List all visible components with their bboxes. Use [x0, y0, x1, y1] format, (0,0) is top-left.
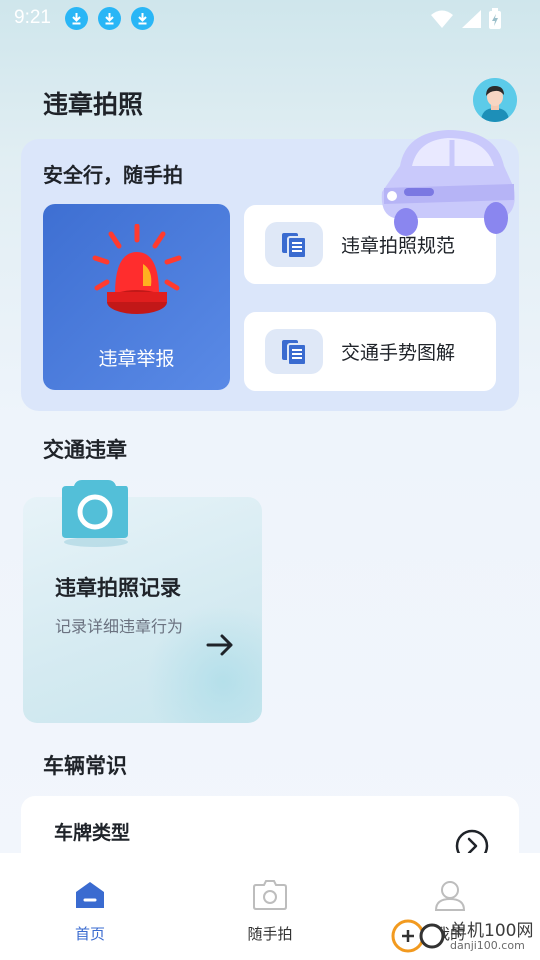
nav-shoot-label: 随手拍 — [247, 925, 293, 943]
traffic-violations-heading: 交通违章 — [43, 438, 127, 462]
violation-report-button[interactable]: 违章举报 — [43, 204, 230, 390]
avatar[interactable] — [473, 78, 517, 122]
plate-types-title: 车牌类型 — [54, 822, 131, 844]
nav-home[interactable]: 首页 — [40, 877, 140, 944]
traffic-gestures-label: 交通手势图解 — [341, 342, 456, 364]
home-icon — [40, 877, 140, 913]
watermark-title: 单机100网 — [450, 920, 534, 941]
violation-record-subtitle: 记录详细违章行为 — [55, 617, 184, 636]
traffic-gestures-button[interactable]: 交通手势图解 — [244, 312, 496, 391]
document-icon — [265, 329, 323, 374]
battery-icon — [488, 8, 502, 34]
siren-icon — [91, 223, 183, 328]
wifi-icon — [430, 9, 454, 33]
download-icon — [130, 6, 154, 30]
watermark-logo-icon — [388, 915, 450, 959]
download-icon — [97, 6, 121, 30]
user-icon — [400, 877, 500, 913]
camera-illustration-icon — [60, 478, 132, 552]
signal-icon — [460, 9, 482, 33]
watermark: 单机100网 danji100.com — [388, 915, 533, 959]
vehicle-knowledge-heading: 车辆常识 — [43, 754, 127, 778]
violation-record-title: 违章拍照记录 — [55, 576, 181, 600]
page-title: 违章拍照 — [43, 90, 144, 119]
camera-icon — [220, 877, 320, 913]
arrow-right-icon[interactable] — [206, 633, 234, 661]
status-bar: 9:21 — [0, 0, 540, 36]
download-icon — [64, 6, 88, 30]
violation-record-card[interactable]: 违章拍照记录 记录详细违章行为 — [23, 497, 262, 723]
violation-report-label: 违章举报 — [98, 348, 175, 370]
safety-card-title: 安全行，随手拍 — [43, 163, 183, 187]
document-icon — [265, 222, 323, 267]
watermark-url: danji100.com — [450, 939, 525, 953]
car-illustration-icon — [378, 126, 520, 242]
status-time: 9:21 — [14, 7, 51, 28]
nav-home-label: 首页 — [74, 925, 105, 943]
nav-shoot[interactable]: 随手拍 — [220, 877, 320, 944]
